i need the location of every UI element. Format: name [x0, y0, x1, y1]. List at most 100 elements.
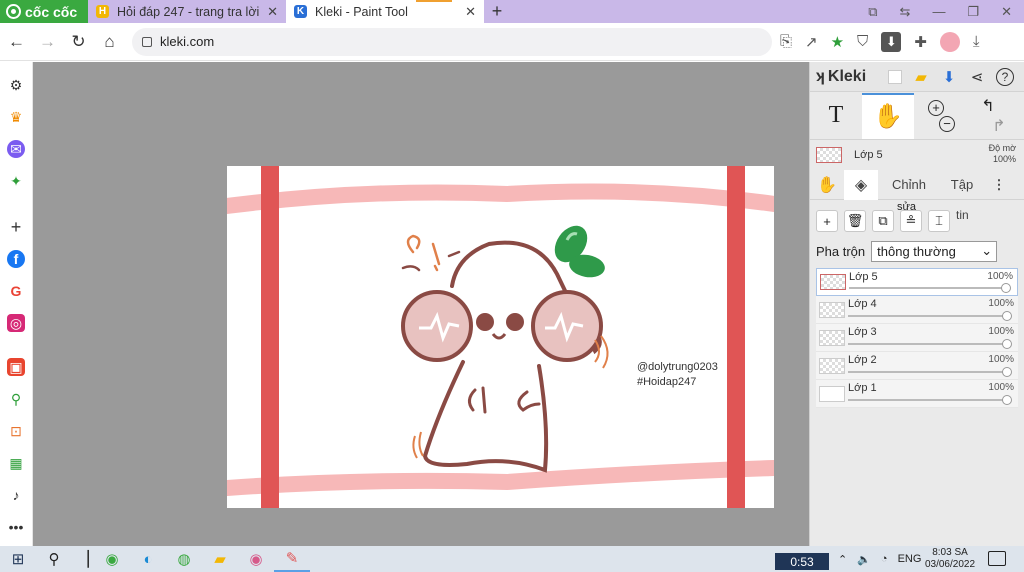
cart-icon[interactable]: ⊡ — [7, 422, 25, 440]
bookmark-star-icon[interactable]: ★ — [831, 33, 844, 51]
opacity-slider-handle[interactable] — [1002, 367, 1012, 377]
canvas-workspace[interactable]: @dolytrung0203 #Hoidap247 — [33, 62, 809, 546]
coccoc-brand[interactable]: cốc cốc — [0, 0, 88, 23]
profile-avatar[interactable] — [939, 31, 960, 52]
undo-redo-buttons: ↰ ↱ — [966, 93, 1018, 139]
more-menu-icon[interactable]: ⋮ — [984, 170, 1014, 200]
opacity-slider-track[interactable] — [849, 287, 1007, 289]
open-folder-icon[interactable]: ▰ — [912, 68, 930, 86]
opacity-slider-handle[interactable] — [1001, 283, 1011, 293]
brand-name: cốc cốc — [25, 3, 78, 20]
layer-item[interactable]: Lớp 5 100% — [816, 268, 1018, 296]
restore-icon[interactable]: ❐ — [967, 4, 979, 20]
shopping-bag-icon[interactable]: ▣ — [7, 358, 25, 376]
app-coccoc-alt-icon[interactable]: ◍ — [166, 546, 202, 572]
save-download-icon[interactable]: ⬇ — [940, 68, 958, 86]
opacity-slider-handle[interactable] — [1002, 339, 1012, 349]
timer-badge[interactable]: 0:53 — [775, 553, 829, 570]
tab-adjust[interactable]: Chỉnh — [878, 170, 940, 200]
help-icon[interactable]: ? — [996, 67, 1014, 86]
tab-file[interactable]: Tập — [940, 170, 984, 200]
reload-button[interactable]: ↻ — [64, 27, 93, 57]
tab-hand[interactable]: ✋ — [810, 170, 844, 200]
frame-band-top — [227, 183, 774, 214]
facebook-icon[interactable]: f — [7, 250, 25, 268]
opacity-slider-handle[interactable] — [1002, 311, 1012, 321]
app-file-explorer-icon[interactable]: ▰ — [202, 546, 238, 572]
extensions-icon[interactable]: ✚ — [914, 33, 927, 51]
opacity-slider-handle[interactable] — [1002, 395, 1012, 405]
home-button[interactable]: ⌂ — [95, 27, 124, 57]
merge-layer-icon[interactable]: ≗ sửa — [897, 201, 922, 232]
layer-item[interactable]: Lớp 3 100% — [816, 324, 1018, 352]
downloads-icon[interactable]: ⤓ — [973, 33, 980, 50]
translate-icon[interactable]: ⎘ — [780, 33, 792, 50]
more-dots-icon[interactable]: ••• — [7, 518, 25, 536]
opacity-slider-track[interactable] — [848, 315, 1008, 317]
hand-tool-button[interactable]: ✋ — [862, 92, 914, 139]
google-icon[interactable]: G — [7, 282, 25, 300]
share-icon[interactable]: ↗ — [805, 33, 818, 51]
windows-start-icon[interactable]: ⊞ — [0, 546, 36, 572]
close-tab-icon[interactable]: ✕ — [465, 4, 476, 20]
app-coccoc-pink-icon[interactable]: ◉ — [238, 546, 274, 572]
zoom-in-icon[interactable]: + — [928, 99, 944, 116]
zoom-out-icon[interactable]: − — [939, 115, 955, 132]
add-layer-button[interactable]: + — [816, 210, 838, 232]
new-image-icon[interactable] — [888, 69, 902, 84]
close-tab-icon[interactable]: ✕ — [267, 4, 278, 20]
task-view-icon[interactable]: ▕ — [72, 546, 94, 572]
opacity-slider-track[interactable] — [848, 371, 1008, 373]
table-icon[interactable]: ▦ — [7, 454, 25, 472]
text-tool-button[interactable]: T — [810, 93, 862, 139]
map-pin-icon[interactable]: ⚲ — [7, 390, 25, 408]
back-arrows-icon[interactable]: ⇆ — [900, 4, 911, 20]
shield-icon[interactable]: ⛉ — [857, 33, 868, 50]
url-field[interactable]: kleki.com — [132, 27, 772, 56]
add-sidebar-item-icon[interactable]: + — [7, 217, 25, 237]
app-edge-icon[interactable]: ◐ — [130, 546, 166, 572]
crown-icon[interactable]: ♛ — [7, 108, 25, 126]
download-page-icon[interactable]: ⬇ — [881, 31, 902, 52]
instagram-icon[interactable]: ◎ — [7, 314, 25, 332]
layer-item[interactable]: Lớp 1 100% — [816, 380, 1018, 408]
system-clock[interactable]: 8:03 SA 03/06/2022 — [924, 547, 976, 571]
notification-icon[interactable] — [988, 551, 1006, 566]
blend-mode-select[interactable]: thông thường ⌄ — [871, 240, 998, 262]
tab-hoidap[interactable]: H Hỏi đáp 247 - trang tra lời ✕ — [88, 0, 286, 23]
chevron-up-icon[interactable]: ⌃ — [838, 553, 847, 566]
bell-icon[interactable]: ♪ — [7, 486, 25, 504]
redo-icon[interactable]: ↱ — [992, 116, 1005, 136]
opacity-slider-track[interactable] — [848, 343, 1008, 345]
duplicate-layer-icon[interactable]: ⧉ — [872, 210, 894, 232]
layer-thumbnail — [820, 274, 846, 290]
language-indicator[interactable]: ENG — [898, 553, 922, 565]
undo-icon[interactable]: ↰ — [981, 96, 994, 116]
app-coccoc-icon[interactable]: ◉ — [94, 546, 130, 572]
new-tab-button[interactable]: + — [484, 0, 510, 23]
layer-item[interactable]: Lớp 4 100% — [816, 296, 1018, 324]
gamepad-icon[interactable]: ✦ — [7, 172, 25, 190]
forward-button[interactable]: → — [33, 27, 62, 57]
search-icon[interactable]: ⚲ — [36, 546, 72, 572]
tab-layers[interactable]: ◈ — [844, 169, 878, 200]
minimize-icon[interactable]: — — [932, 4, 945, 19]
delete-layer-icon[interactable]: 🗑 — [844, 210, 866, 232]
settings-gear-icon[interactable]: ⚙ — [7, 76, 25, 94]
messenger-icon[interactable]: ✉ — [7, 140, 25, 158]
app-kleki-icon[interactable]: ✎ — [274, 546, 310, 572]
layer-item[interactable]: Lớp 2 100% — [816, 352, 1018, 380]
share-icon[interactable]: ⋖ — [968, 68, 986, 86]
back-button[interactable]: ← — [2, 27, 31, 57]
opacity-slider-track[interactable] — [848, 399, 1008, 401]
picture-in-picture-icon[interactable]: ⧉ — [868, 4, 877, 20]
drawing-canvas[interactable]: @dolytrung0203 #Hoidap247 — [227, 166, 774, 508]
layer-list: Lớp 5 100% Lớp 4 100% Lớp 3 100% Lớp 2 1… — [810, 268, 1024, 408]
speaker-icon[interactable]: 🔈 — [857, 553, 871, 566]
surprise-marks — [406, 234, 441, 272]
network-icon[interactable]: ◔ — [881, 553, 888, 565]
close-window-icon[interactable]: ✕ — [1001, 4, 1012, 20]
rename-layer-icon[interactable]: ⌶ — [928, 210, 950, 232]
tab-kleki[interactable]: K Kleki - Paint Tool ✕ — [286, 0, 484, 23]
clock-time: 8:03 SA — [932, 547, 968, 558]
